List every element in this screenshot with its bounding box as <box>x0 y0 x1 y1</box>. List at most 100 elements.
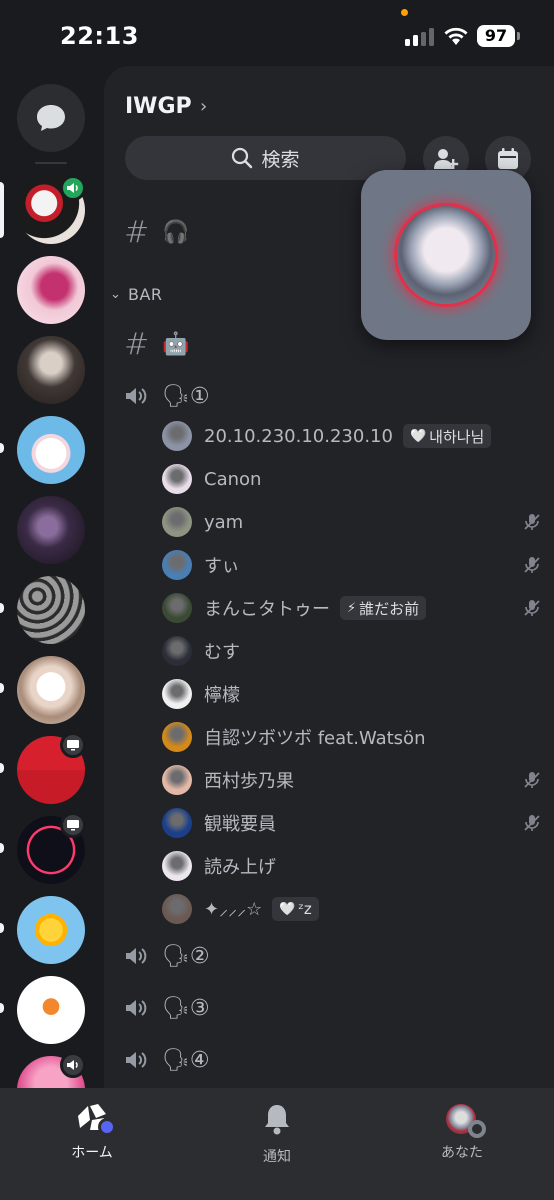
avatar <box>162 550 192 580</box>
voice-active-icon <box>60 175 86 201</box>
server-name[interactable]: IWGP <box>125 94 192 119</box>
screen-share-icon <box>60 812 86 838</box>
hash-icon: # <box>124 326 150 362</box>
channel-name: 🗣① <box>162 383 210 409</box>
unread-indicator <box>0 843 4 853</box>
add-user-icon <box>434 149 459 169</box>
hash-icon: # <box>124 214 150 250</box>
avatar <box>162 593 192 623</box>
search-label: 検索 <box>261 148 300 171</box>
server-icon-11[interactable] <box>17 976 85 1044</box>
member-name: 西村歩乃果 <box>204 771 294 792</box>
voice-member[interactable]: 観戦要員 <box>162 805 542 841</box>
avatar <box>162 894 192 924</box>
direct-messages-button[interactable] <box>17 84 85 152</box>
nav-home[interactable]: ホーム <box>32 1102 152 1162</box>
member-name: 読み上げ <box>204 857 276 878</box>
voice-member[interactable]: 自認ツボツボ feat.Watsön <box>162 719 542 755</box>
speaker-icon <box>126 1052 147 1068</box>
member-status-tag: ⚡ 誰だお前 <box>340 596 427 620</box>
nav-home-label: ホーム <box>71 1145 113 1161</box>
voice-member[interactable]: すぃ <box>162 547 542 583</box>
voice-member[interactable]: 20.10.230.10.230.10 🤍 내하나님 <box>162 418 542 454</box>
avatar <box>162 464 192 494</box>
mic-muted-icon <box>524 600 540 616</box>
member-name: 20.10.230.10.230.10 <box>204 425 393 447</box>
channel-name: 🎧 <box>162 219 190 245</box>
unread-indicator <box>0 683 4 693</box>
voice-member[interactable]: むす <box>162 633 542 669</box>
clock: 22:13 <box>60 22 139 50</box>
avatar <box>162 679 192 709</box>
server-icon-5[interactable] <box>17 496 85 564</box>
member-name: まんこタトゥー <box>204 599 330 620</box>
channel-name: 🗣② <box>162 943 210 969</box>
server-icon-3[interactable] <box>17 336 85 404</box>
status-emoji-icon: 🤍 <box>409 428 427 444</box>
member-name: すぃ <box>204 556 240 577</box>
server-rail <box>0 70 102 1088</box>
voice-channel[interactable]: 🗣② <box>104 936 554 976</box>
preview-avatar <box>394 203 498 307</box>
voice-channel[interactable]: 🗣④ <box>104 1040 554 1080</box>
unread-indicator <box>0 923 4 933</box>
unread-indicator <box>0 603 4 613</box>
mic-muted-icon <box>524 815 540 831</box>
speaker-icon <box>126 948 147 964</box>
member-name: ✦⸝⸝⸝☆ <box>204 899 263 920</box>
category-name: BAR <box>128 284 163 304</box>
screen-share-icon <box>60 732 86 758</box>
voice-member[interactable]: 檸檬 <box>162 676 542 712</box>
member-name: 檸檬 <box>204 685 240 706</box>
avatar <box>162 421 192 451</box>
channel-name: 🗣④ <box>162 1047 210 1073</box>
search-button[interactable]: 検索 <box>125 136 406 180</box>
rail-separator <box>35 162 67 164</box>
voice-member[interactable]: Canon <box>162 461 542 497</box>
server-icon-10[interactable] <box>17 896 85 964</box>
avatar <box>162 507 192 537</box>
status-emoji-icon: ⚡ <box>347 600 357 616</box>
server-icon-4[interactable] <box>17 416 85 484</box>
selected-server-indicator <box>0 182 4 238</box>
status-text: 誰だお前 <box>359 599 420 618</box>
cellular-signal-icon <box>405 28 435 46</box>
battery-indicator: 97 <box>477 25 520 47</box>
voice-channel[interactable]: 🗣③ <box>104 988 554 1028</box>
avatar <box>162 636 192 666</box>
server-icon-2[interactable] <box>17 256 85 324</box>
avatar <box>162 722 192 752</box>
voice-member[interactable]: 読み上げ <box>162 848 542 884</box>
member-name: 観戦要員 <box>204 814 276 835</box>
member-name: yam <box>204 511 244 533</box>
search-icon <box>232 147 253 169</box>
avatar <box>162 765 192 795</box>
mic-muted-icon <box>524 514 540 530</box>
unread-indicator <box>0 1003 4 1013</box>
wifi-icon <box>444 27 468 45</box>
calendar-icon <box>498 148 518 169</box>
member-status-tag: 🤍 ᶻz <box>272 897 319 921</box>
member-name: むす <box>204 642 240 663</box>
server-icon-6[interactable] <box>17 576 85 644</box>
unread-indicator <box>0 443 4 453</box>
voice-member[interactable]: ✦⸝⸝⸝☆ 🤍 ᶻz <box>162 891 542 927</box>
status-idle-icon <box>468 1120 486 1138</box>
member-name: 自認ツボツボ feat.Watsön <box>204 728 426 749</box>
voice-active-icon <box>60 1052 86 1078</box>
voice-member[interactable]: まんこタトゥー ⚡ 誰だお前 <box>162 590 542 626</box>
mic-muted-icon <box>524 557 540 573</box>
chevron-down-icon: ⌄ <box>110 286 122 302</box>
floating-preview[interactable] <box>361 170 531 340</box>
camera-indicator <box>401 9 408 16</box>
speaker-icon <box>126 1000 147 1016</box>
voice-channel[interactable]: 🗣① <box>104 376 554 416</box>
avatar <box>162 851 192 881</box>
speaker-icon <box>126 388 147 404</box>
server-icon-7[interactable] <box>17 656 85 724</box>
bell-icon <box>265 1105 289 1135</box>
voice-member[interactable]: yam <box>162 504 542 540</box>
voice-member[interactable]: 西村歩乃果 <box>162 762 542 798</box>
nav-you[interactable]: あなた <box>402 1102 522 1162</box>
nav-notifications[interactable]: 通知 <box>217 1102 337 1166</box>
